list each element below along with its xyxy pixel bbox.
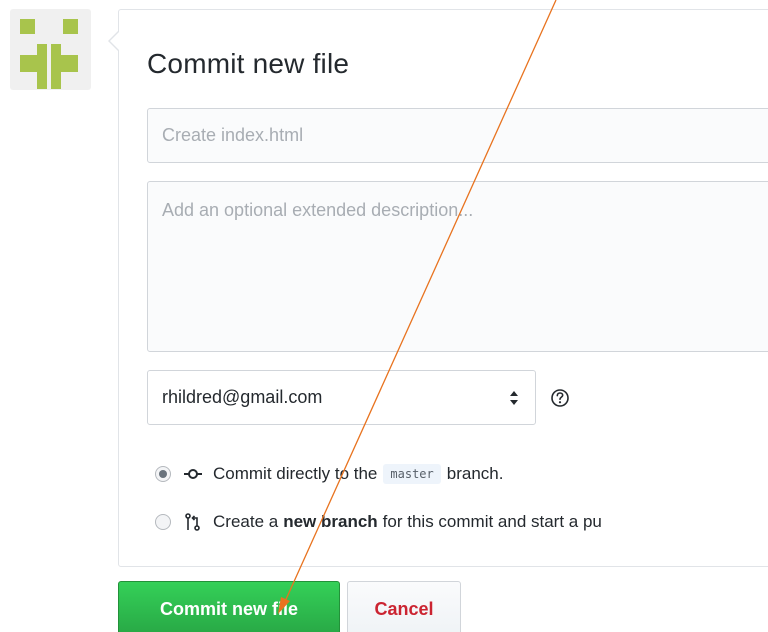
option-branch-suffix: for this commit and start a pu bbox=[382, 512, 602, 531]
option-branch-bold: new branch bbox=[283, 512, 378, 531]
branch-name-badge: master bbox=[383, 464, 441, 484]
panel-pointer-inner bbox=[110, 31, 120, 51]
git-commit-icon bbox=[184, 469, 202, 479]
identicon-avatar-icon bbox=[20, 19, 78, 89]
git-pull-request-icon bbox=[185, 513, 200, 531]
option-new-branch[interactable]: Create a new branch for this commit and … bbox=[155, 510, 602, 534]
author-email-select[interactable]: rhildred@gmail.com bbox=[147, 370, 536, 425]
commit-summary-input[interactable] bbox=[147, 108, 768, 163]
option-branch-prefix: Create a bbox=[213, 512, 279, 531]
commit-description-textarea[interactable] bbox=[147, 181, 768, 352]
cancel-button[interactable]: Cancel bbox=[347, 581, 461, 632]
commit-new-file-button[interactable]: Commit new file bbox=[118, 581, 340, 632]
option-commit-prefix: Commit directly to the bbox=[213, 464, 378, 483]
author-email-value: rhildred@gmail.com bbox=[162, 387, 323, 407]
question-circle-icon[interactable] bbox=[550, 388, 570, 408]
commit-title: Commit new file bbox=[147, 48, 350, 79]
select-arrows-icon bbox=[507, 389, 521, 407]
option-commit-suffix: branch. bbox=[446, 464, 504, 483]
radio-commit-directly[interactable] bbox=[155, 466, 171, 482]
user-avatar[interactable] bbox=[10, 9, 91, 90]
option-commit-directly[interactable]: Commit directly to the master branch. bbox=[155, 462, 503, 486]
radio-new-branch[interactable] bbox=[155, 514, 171, 530]
